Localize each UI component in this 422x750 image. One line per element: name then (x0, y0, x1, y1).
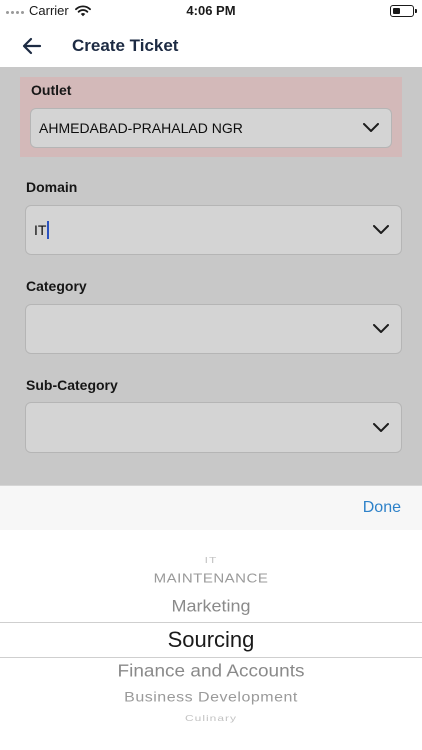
picker-toolbar: Done (0, 485, 422, 530)
ticket-form: Outlet AHMEDABAD-PRAHALAD NGR Domain IT … (0, 67, 422, 485)
battery-fill (392, 7, 400, 14)
picker-option-selected[interactable]: Sourcing (0, 627, 422, 653)
page-title: Create Ticket (72, 36, 179, 55)
modal-dim-overlay (0, 67, 422, 485)
battery-icon (390, 5, 417, 17)
picker-option[interactable]: Business Development (0, 690, 422, 705)
status-time: 4:06 PM (186, 3, 236, 18)
picker-option[interactable]: IT (0, 555, 422, 565)
picker-option[interactable]: Marketing (0, 597, 422, 617)
picker-wheel[interactable]: IT MAINTENANCE Marketing Sourcing Financ… (0, 530, 422, 750)
picker-option[interactable]: Finance and Accounts (0, 662, 422, 683)
picker-option[interactable]: MAINTENANCE (0, 571, 422, 585)
status-bar: Carrier 4:06 PM (0, 0, 422, 22)
arrow-left-icon[interactable] (20, 34, 44, 58)
picker-selection-bottom-line (0, 657, 422, 658)
done-button[interactable]: Done (363, 499, 401, 517)
nav-bar: Create Ticket (0, 22, 422, 67)
picker-option[interactable]: Culinary (0, 713, 422, 723)
picker-selection-top-line (0, 622, 422, 623)
